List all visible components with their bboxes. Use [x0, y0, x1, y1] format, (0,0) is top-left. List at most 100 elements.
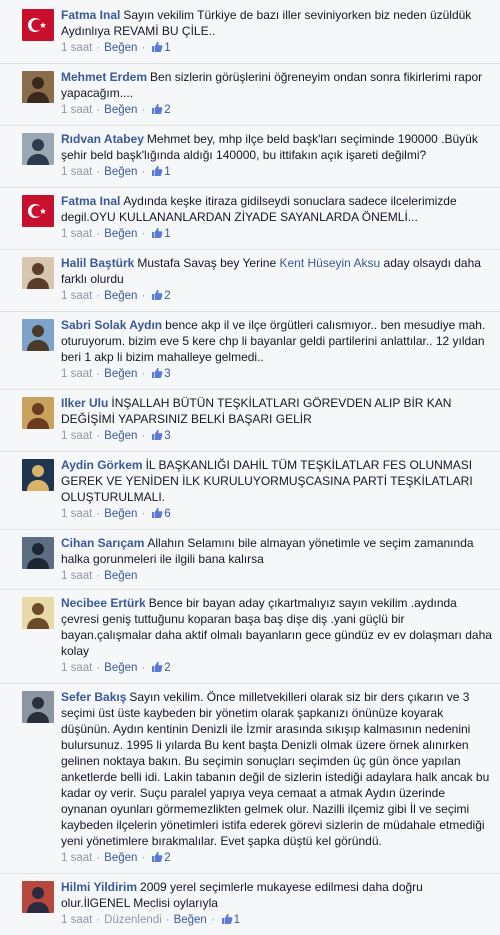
timestamp[interactable]: 1 saat — [61, 508, 92, 520]
timestamp[interactable]: 1 saat — [61, 42, 92, 54]
thumbs-up-icon[interactable] — [151, 227, 163, 244]
like-button[interactable]: Beğen — [104, 430, 137, 442]
like-count[interactable]: 2 — [164, 662, 170, 674]
thumbs-up-icon[interactable] — [151, 367, 163, 384]
separator: · — [210, 914, 215, 926]
like-button[interactable]: Beğen — [104, 368, 137, 380]
comment-text: Sayın vekilim. Önce milletvekilleri olar… — [61, 690, 490, 848]
avatar[interactable] — [22, 691, 54, 723]
avatar[interactable] — [22, 319, 54, 351]
commenter-name[interactable]: Necibee Ertürk — [61, 596, 146, 610]
timestamp[interactable]: 1 saat — [61, 104, 92, 116]
edited-label[interactable]: Düzenlendi — [104, 914, 162, 926]
commenter-name[interactable]: Sefer Bakış — [61, 690, 126, 704]
avatar[interactable] — [22, 133, 54, 165]
like-button[interactable]: Beğen — [104, 228, 137, 240]
comment-actions: 1 saat · Beğen · 1 — [61, 40, 492, 58]
like-count[interactable]: 3 — [164, 430, 170, 442]
thumbs-up-icon[interactable] — [221, 913, 233, 930]
avatar[interactable] — [22, 459, 54, 491]
separator: · — [96, 368, 101, 380]
thumbs-up-icon[interactable] — [151, 851, 163, 868]
separator: · — [96, 228, 101, 240]
thumbs-up-icon[interactable] — [151, 661, 163, 678]
comment-body: Mehmet Erdem Ben sizlerin görüşlerini öğr… — [61, 69, 492, 101]
thumbs-up-icon[interactable] — [151, 507, 163, 524]
timestamp[interactable]: 1 saat — [61, 852, 92, 864]
comment-actions: 1 saat · Beğen · 6 — [61, 506, 492, 524]
timestamp[interactable]: 1 saat — [61, 166, 92, 178]
commenter-name[interactable]: Aydin Görkem — [61, 458, 143, 472]
timestamp[interactable]: 1 saat — [61, 570, 92, 582]
like-button[interactable]: Beğen — [104, 662, 137, 674]
separator: · — [141, 42, 146, 54]
separator: · — [96, 104, 101, 116]
comment-item: Mehmet Erdem Ben sizlerin görüşlerini öğr… — [0, 63, 500, 125]
avatar[interactable] — [22, 71, 54, 103]
like-button[interactable]: Beğen — [104, 852, 137, 864]
comment-actions: 1 saat · Beğen · 2 — [61, 288, 492, 306]
like-count[interactable]: 3 — [164, 368, 170, 380]
thumbs-up-icon[interactable] — [151, 429, 163, 446]
separator: · — [96, 290, 101, 302]
like-count[interactable]: 1 — [164, 166, 170, 178]
commenter-name[interactable]: Mehmet Erdem — [61, 70, 147, 84]
commenter-name[interactable]: Sabri Solak Aydın — [61, 318, 162, 332]
like-count[interactable]: 1 — [164, 228, 170, 240]
like-button[interactable]: Beğen — [104, 104, 137, 116]
timestamp[interactable]: 1 saat — [61, 228, 92, 240]
separator: · — [141, 662, 146, 674]
comment-body: Ilker Ulu İNŞALLAH BÜTÜN TEŞKİLATLARI GÖR… — [61, 395, 492, 427]
timestamp[interactable]: 1 saat — [61, 290, 92, 302]
thumbs-up-icon[interactable] — [151, 103, 163, 120]
timestamp[interactable]: 1 saat — [61, 662, 92, 674]
separator: · — [141, 228, 146, 240]
avatar[interactable] — [22, 597, 54, 629]
comment-item: Fatma Inal Sayın vekilim Türkiye de bazı … — [0, 2, 500, 63]
avatar[interactable] — [22, 257, 54, 289]
comment-actions: 1 saat · Beğen · 1 — [61, 164, 492, 182]
comment-text: Mustafa Savaş bey Yerine — [137, 256, 277, 270]
mention-link[interactable]: Kent Hüseyin Aksu — [279, 256, 380, 270]
commenter-name[interactable]: Fatma Inal — [61, 194, 120, 208]
thumbs-up-icon[interactable] — [151, 289, 163, 306]
commenter-name[interactable]: Hilmi Yildirim — [61, 880, 137, 894]
avatar[interactable] — [22, 195, 54, 227]
comment-actions: 1 saat · Beğen — [61, 568, 492, 584]
commenter-name[interactable]: Ilker Ulu — [61, 396, 108, 410]
like-button[interactable]: Beğen — [174, 914, 207, 926]
like-button[interactable]: Beğen — [104, 508, 137, 520]
like-count[interactable]: 1 — [234, 914, 240, 926]
like-count[interactable]: 2 — [164, 290, 170, 302]
avatar[interactable] — [22, 881, 54, 913]
like-count[interactable]: 2 — [164, 852, 170, 864]
avatar[interactable] — [22, 397, 54, 429]
like-button[interactable]: Beğen — [104, 290, 137, 302]
comment-body: Hilmi Yildirim 2009 yerel seçimlerle muka… — [61, 879, 492, 911]
avatar[interactable] — [22, 9, 54, 41]
timestamp[interactable]: 1 saat — [61, 914, 92, 926]
like-count[interactable]: 6 — [164, 508, 170, 520]
separator: · — [96, 166, 101, 178]
comment-body: Cihan Sarıçam Allahın Selamını bile almay… — [61, 535, 492, 567]
commenter-name[interactable]: Halil Baştürk — [61, 256, 134, 270]
like-button[interactable]: Beğen — [104, 42, 137, 54]
commenter-name[interactable]: Fatma Inal — [61, 8, 120, 22]
separator: · — [141, 852, 146, 864]
comment-body: Fatma Inal Aydında keşke itiraza gidilsey… — [61, 193, 492, 225]
avatar[interactable] — [22, 537, 54, 569]
timestamp[interactable]: 1 saat — [61, 368, 92, 380]
comment-actions: 1 saat · Beğen · 3 — [61, 428, 492, 446]
like-count[interactable]: 2 — [164, 104, 170, 116]
commenter-name[interactable]: Rıdvan Atabey — [61, 132, 144, 146]
like-count[interactable]: 1 — [164, 42, 170, 54]
thumbs-up-icon[interactable] — [151, 41, 163, 58]
comment-text: Aydında keşke itiraza gidilseydi sonucla… — [61, 194, 457, 224]
separator: · — [165, 914, 170, 926]
separator: · — [96, 42, 101, 54]
thumbs-up-icon[interactable] — [151, 165, 163, 182]
like-button[interactable]: Beğen — [104, 570, 137, 582]
timestamp[interactable]: 1 saat — [61, 430, 92, 442]
commenter-name[interactable]: Cihan Sarıçam — [61, 536, 144, 550]
like-button[interactable]: Beğen — [104, 166, 137, 178]
